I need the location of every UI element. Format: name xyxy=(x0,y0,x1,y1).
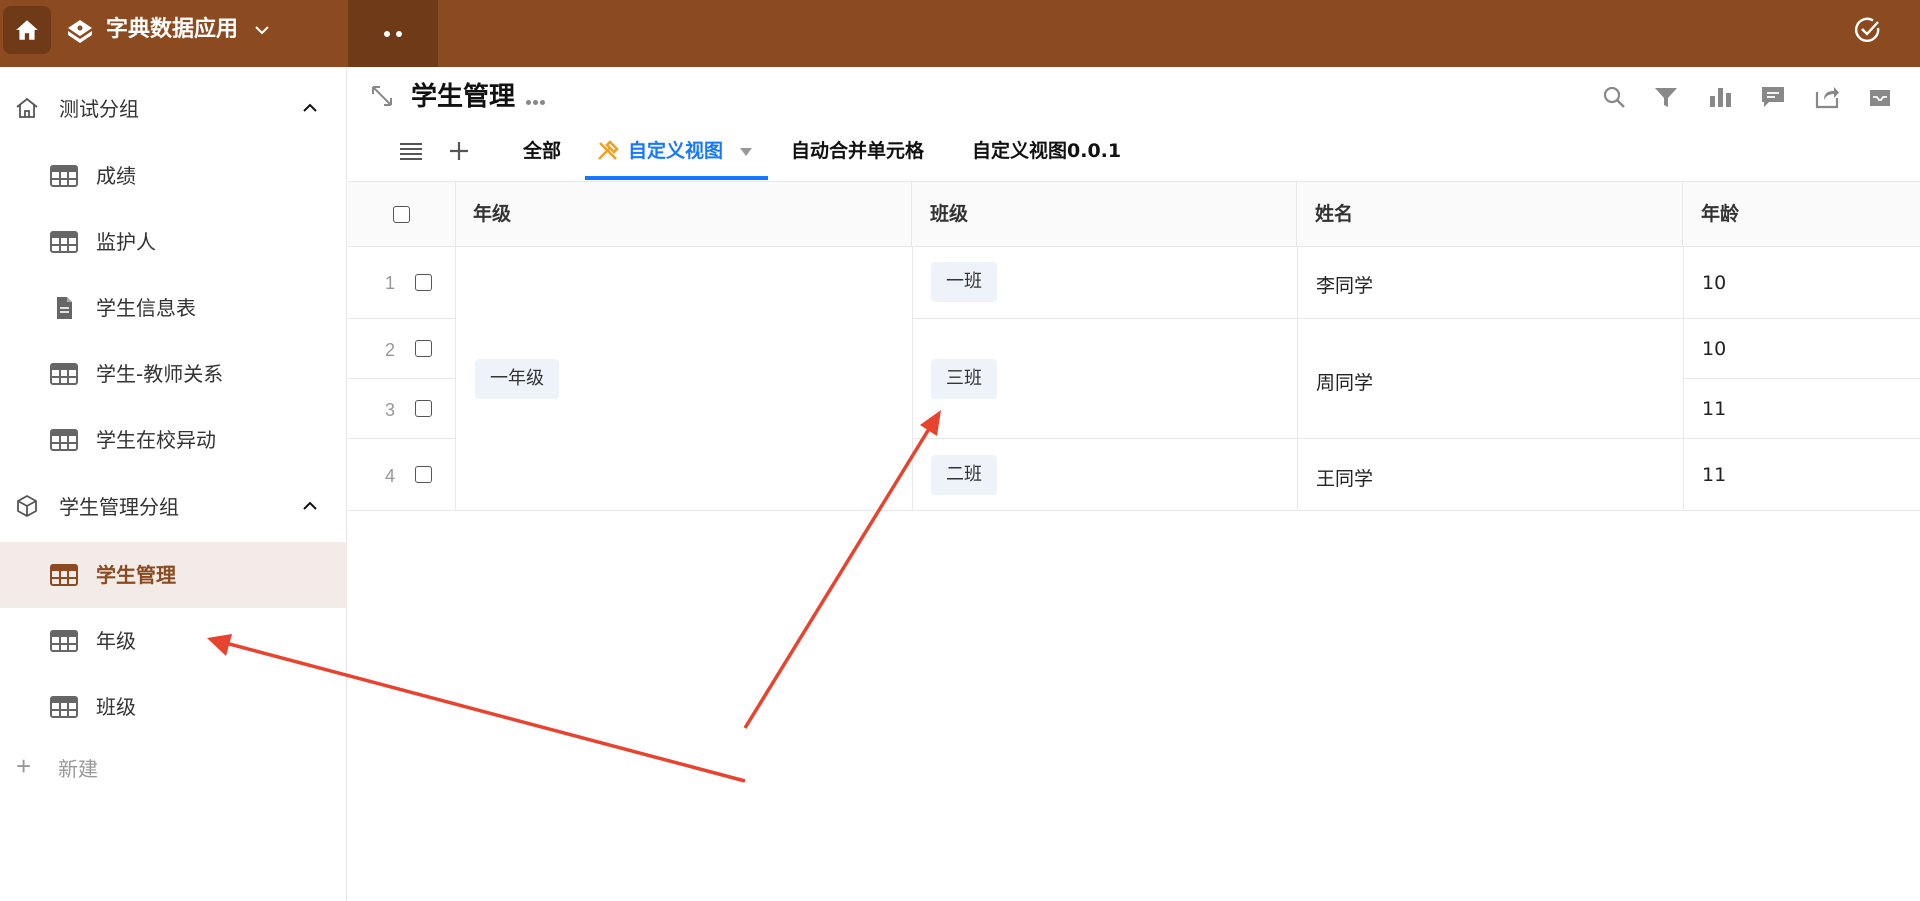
app-title[interactable]: 字典数据应用 xyxy=(106,14,238,46)
row-number: 2 xyxy=(384,340,395,360)
more-apps-button[interactable] xyxy=(348,0,438,67)
age-cell: 11 xyxy=(1702,398,1727,420)
table-header: 年级 班级 姓名 年龄 xyxy=(348,181,1920,247)
grid-table-icon xyxy=(50,231,78,253)
new-item-button[interactable]: + 新建 xyxy=(0,741,347,791)
sidebar-item-label: 学生管理 xyxy=(96,563,176,587)
bar-chart-icon[interactable] xyxy=(1707,84,1733,110)
grid-table-icon xyxy=(50,696,78,718)
column-header-name[interactable]: 姓名 xyxy=(1297,182,1683,247)
row-checkbox[interactable] xyxy=(415,466,432,483)
sidebar-item-label: 学生在校异动 xyxy=(96,428,216,452)
column-header-grade[interactable]: 年级 xyxy=(455,182,912,247)
sidebar-item-student-info[interactable]: 学生信息表 xyxy=(0,275,347,341)
active-tab-indicator xyxy=(585,176,768,180)
plus-icon: + xyxy=(16,751,32,781)
sidebar-item-label: 班级 xyxy=(96,695,136,719)
sidebar-item-student-management[interactable]: 学生管理 xyxy=(0,542,347,608)
sidebar: 测试分组 成绩 监护人 学生信息表 学生-教师关系 学生在校异动 学生管理分组 … xyxy=(0,67,347,901)
class-tag: 二班 xyxy=(931,455,997,495)
sidebar-item-student-change[interactable]: 学生在校异动 xyxy=(0,407,347,473)
age-cell: 11 xyxy=(1702,464,1727,486)
grid-table-icon xyxy=(50,564,78,586)
sidebar-group-student-mgmt[interactable]: 学生管理分组 xyxy=(0,478,347,532)
grid-table-icon xyxy=(50,630,78,652)
age-cell: 10 xyxy=(1702,338,1727,360)
name-cell: 周同学 xyxy=(1316,372,1374,394)
sidebar-item-scores[interactable]: 成绩 xyxy=(0,143,347,209)
caret-down-icon[interactable] xyxy=(740,148,752,156)
chevron-up-icon[interactable] xyxy=(300,98,320,118)
sidebar-item-class[interactable]: 班级 xyxy=(0,674,347,740)
sidebar-item-guardian[interactable]: 监护人 xyxy=(0,209,347,275)
row-number: 4 xyxy=(384,466,395,486)
row-checkbox[interactable] xyxy=(415,274,432,291)
grid-table-icon xyxy=(50,429,78,451)
sidebar-item-label: 年级 xyxy=(96,629,136,653)
new-item-label: 新建 xyxy=(58,757,98,781)
expand-icon[interactable] xyxy=(370,84,394,108)
menu-icon[interactable] xyxy=(398,140,424,162)
tab-custom-view[interactable]: 自定义视图 xyxy=(628,137,723,165)
sidebar-item-label: 学生信息表 xyxy=(96,296,196,320)
top-bar: 字典数据应用 xyxy=(0,0,1920,67)
row-number: 3 xyxy=(384,400,395,420)
more-options-icon[interactable] xyxy=(526,92,548,105)
comment-icon[interactable] xyxy=(1760,84,1786,110)
cake-icon xyxy=(68,20,92,43)
sidebar-item-grade[interactable]: 年级 xyxy=(0,608,347,674)
document-icon xyxy=(57,297,72,319)
grid-table-icon xyxy=(50,165,78,187)
sidebar-item-label: 学生-教师关系 xyxy=(96,362,224,386)
home-outline-icon xyxy=(16,97,38,118)
chevron-up-icon[interactable] xyxy=(300,496,320,516)
row-number: 1 xyxy=(384,273,395,293)
check-circle-icon[interactable] xyxy=(1854,16,1882,44)
class-tag: 三班 xyxy=(931,359,997,399)
tab-custom-view-001[interactable]: 自定义视图0.0.1 xyxy=(972,137,1121,165)
tools-icon xyxy=(598,140,619,160)
sidebar-group-test[interactable]: 测试分组 xyxy=(0,80,347,134)
row-checkbox[interactable] xyxy=(415,340,432,357)
sidebar-item-student-teacher[interactable]: 学生-教师关系 xyxy=(0,341,347,407)
page-title: 学生管理 xyxy=(411,82,516,112)
name-cell: 王同学 xyxy=(1316,468,1374,490)
row-checkbox[interactable] xyxy=(415,400,432,417)
tab-auto-merge[interactable]: 自动合并单元格 xyxy=(791,137,924,165)
age-cell: 10 xyxy=(1702,272,1727,294)
name-cell: 李同学 xyxy=(1316,275,1374,297)
sidebar-item-label: 监护人 xyxy=(96,230,156,254)
sidebar-group-label: 测试分组 xyxy=(59,96,139,121)
grade-tag: 一年级 xyxy=(475,359,559,399)
class-tag: 一班 xyxy=(931,262,997,302)
search-icon[interactable] xyxy=(1601,84,1627,110)
filter-icon[interactable] xyxy=(1653,84,1679,110)
tab-all[interactable]: 全部 xyxy=(523,137,561,165)
column-header-class[interactable]: 班级 xyxy=(912,182,1297,247)
inbox-icon[interactable] xyxy=(1867,84,1893,110)
grid-table-icon xyxy=(50,363,78,385)
chevron-down-icon[interactable] xyxy=(252,20,272,40)
column-header-age[interactable]: 年龄 xyxy=(1683,182,1920,247)
add-view-icon[interactable] xyxy=(447,139,471,163)
sidebar-item-label: 成绩 xyxy=(96,164,136,188)
home-button[interactable] xyxy=(3,6,51,54)
select-all-checkbox[interactable] xyxy=(393,206,410,223)
home-icon xyxy=(16,20,38,40)
sidebar-group-label: 学生管理分组 xyxy=(59,494,179,519)
share-icon[interactable] xyxy=(1814,84,1840,110)
cube-icon xyxy=(17,494,37,518)
